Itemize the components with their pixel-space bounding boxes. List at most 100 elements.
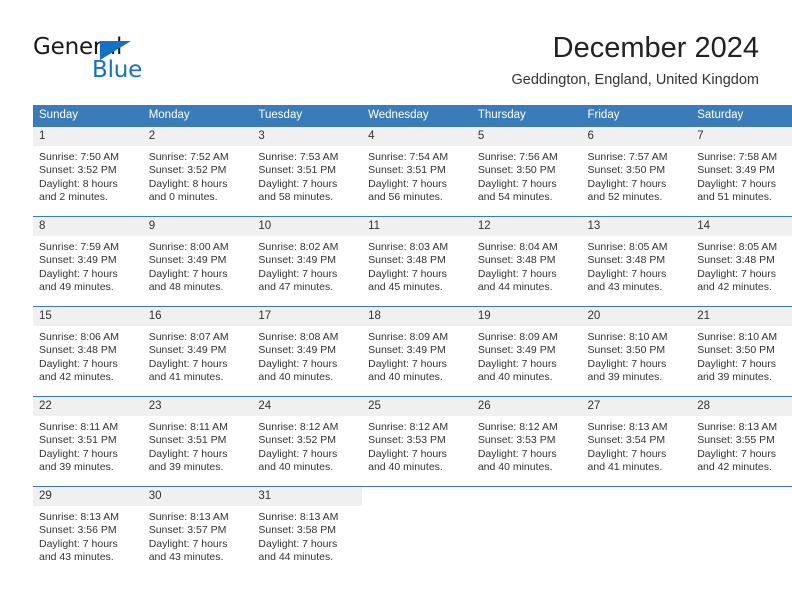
calendar-day-cell[interactable]: 15 Sunrise: 8:06 AM Sunset: 3:48 PM Dayligh…	[33, 306, 143, 397]
calendar-day-cell[interactable]: 13 Sunrise: 8:05 AM Sunset: 3:48 PM Dayligh…	[581, 216, 692, 307]
day-details: Sunrise: 7:56 AM Sunset: 3:50 PM Daylight:…	[472, 146, 582, 205]
sunset-text: Sunset: 3:49 PM	[368, 344, 446, 357]
calendar-day-cell[interactable]: 9 Sunrise: 8:00 AM Sunset: 3:49 PM Daylight…	[142, 216, 253, 307]
calendar-empty-cell	[581, 486, 692, 576]
day-number	[581, 487, 692, 494]
day-details: Sunrise: 7:59 AM Sunset: 3:49 PM Daylight:…	[33, 236, 143, 295]
daylight-text: Daylight: 7 hours	[258, 177, 338, 190]
day-number: 18	[362, 307, 472, 326]
day-number: 10	[252, 217, 363, 236]
daylight-text: Daylight: 7 hours	[477, 447, 557, 460]
day-number: 5	[471, 127, 582, 146]
calendar-day-cell[interactable]: 24 Sunrise: 8:12 AM Sunset: 3:52 PM Dayligh…	[252, 396, 363, 487]
sunset-text: Sunset: 3:54 PM	[587, 434, 666, 447]
day-details: Sunrise: 8:13 AM Sunset: 3:54 PM Daylight:…	[582, 416, 692, 475]
calendar-day-cell[interactable]: 11 Sunrise: 8:03 AM Sunset: 3:48 PM Dayligh…	[362, 216, 472, 307]
daylight-text: Daylight: 7 hours	[39, 267, 118, 280]
day-details: Sunrise: 8:10 AM Sunset: 3:50 PM Daylight:…	[582, 326, 692, 385]
sunrise-text: Sunrise: 7:56 AM	[477, 151, 558, 163]
day-details: Sunrise: 8:13 AM Sunset: 3:58 PM Daylight:…	[252, 506, 362, 565]
sunset-text: Sunset: 3:48 PM	[368, 254, 446, 267]
sunrise-text: Sunrise: 8:07 AM	[148, 331, 229, 343]
calendar-day-cell[interactable]: 1 Sunrise: 7:50 AM Sunset: 3:52 PM Daylight…	[33, 126, 143, 217]
daylight-text: Daylight: 7 hours	[258, 447, 338, 460]
day-number: 23	[142, 397, 253, 416]
calendar-week-row: 29 Sunrise: 8:13 AM Sunset: 3:56 PM Dayligh…	[33, 486, 792, 576]
calendar-day-cell[interactable]: 19 Sunrise: 8:09 AM Sunset: 3:49 PM Dayligh…	[471, 306, 582, 397]
daylight-text: Daylight: 7 hours	[697, 357, 777, 370]
daylight-text: and 39 minutes.	[39, 461, 114, 474]
daylight-text: Daylight: 7 hours	[477, 177, 557, 190]
calendar-day-cell[interactable]: 26 Sunrise: 8:12 AM Sunset: 3:53 PM Dayligh…	[471, 396, 582, 487]
day-details: Sunrise: 8:06 AM Sunset: 3:48 PM Daylight:…	[33, 326, 143, 385]
weekday-header-sunday: Sunday	[33, 105, 143, 127]
calendar-day-cell[interactable]: 5 Sunrise: 7:56 AM Sunset: 3:50 PM Daylight…	[471, 126, 582, 217]
sunrise-text: Sunrise: 8:05 AM	[587, 241, 668, 253]
calendar-day-cell[interactable]: 30 Sunrise: 8:13 AM Sunset: 3:57 PM Dayligh…	[142, 486, 253, 576]
calendar-day-cell[interactable]: 21 Sunrise: 8:10 AM Sunset: 3:50 PM Dayligh…	[691, 306, 792, 397]
sunset-text: Sunset: 3:53 PM	[477, 434, 556, 447]
page-header: General Blue December 2024 Geddington, E…	[33, 30, 759, 98]
day-details: Sunrise: 8:04 AM Sunset: 3:48 PM Daylight:…	[472, 236, 582, 295]
daylight-text: and 43 minutes.	[148, 551, 224, 564]
daylight-text: Daylight: 7 hours	[368, 357, 447, 370]
day-number: 8	[33, 217, 143, 236]
sunrise-text: Sunrise: 8:02 AM	[258, 241, 339, 253]
calendar-day-cell[interactable]: 17 Sunrise: 8:08 AM Sunset: 3:49 PM Dayligh…	[252, 306, 363, 397]
sunset-text: Sunset: 3:50 PM	[477, 164, 556, 177]
sunrise-text: Sunrise: 8:11 AM	[39, 421, 119, 433]
sunrise-text: Sunrise: 8:05 AM	[697, 241, 778, 253]
day-number	[362, 487, 472, 494]
calendar-day-cell[interactable]: 2 Sunrise: 7:52 AM Sunset: 3:52 PM Daylight…	[142, 126, 253, 217]
sunset-text: Sunset: 3:49 PM	[477, 344, 556, 357]
daylight-text: and 2 minutes.	[39, 191, 108, 204]
daylight-text: Daylight: 8 hours	[39, 177, 118, 190]
sunrise-text: Sunrise: 8:13 AM	[258, 511, 339, 523]
calendar-day-cell[interactable]: 31 Sunrise: 8:13 AM Sunset: 3:58 PM Dayligh…	[252, 486, 363, 576]
calendar-day-cell[interactable]: 6 Sunrise: 7:57 AM Sunset: 3:50 PM Daylight…	[581, 126, 692, 217]
calendar-week-row: 8 Sunrise: 7:59 AM Sunset: 3:49 PM Daylight…	[33, 216, 792, 307]
calendar-day-cell[interactable]: 3 Sunrise: 7:53 AM Sunset: 3:51 PM Daylight…	[252, 126, 363, 217]
sunset-text: Sunset: 3:49 PM	[697, 164, 775, 177]
sunrise-text: Sunrise: 8:11 AM	[148, 421, 228, 433]
sunset-text: Sunset: 3:50 PM	[697, 344, 775, 357]
calendar-day-cell[interactable]: 22 Sunrise: 8:11 AM Sunset: 3:51 PM Dayligh…	[33, 396, 143, 487]
daylight-text: and 40 minutes.	[477, 461, 553, 474]
daylight-text: and 40 minutes.	[258, 371, 334, 384]
calendar-empty-cell	[691, 486, 792, 576]
daylight-text: Daylight: 7 hours	[148, 537, 228, 550]
weekday-header-friday: Friday	[581, 105, 692, 127]
calendar-day-cell[interactable]: 7 Sunrise: 7:58 AM Sunset: 3:49 PM Daylight…	[691, 126, 792, 217]
calendar-day-cell[interactable]: 28 Sunrise: 8:13 AM Sunset: 3:55 PM Dayligh…	[691, 396, 792, 487]
calendar-day-cell[interactable]: 20 Sunrise: 8:10 AM Sunset: 3:50 PM Dayligh…	[581, 306, 692, 397]
weekday-header-thursday: Thursday	[471, 105, 582, 127]
calendar-day-cell[interactable]: 25 Sunrise: 8:12 AM Sunset: 3:53 PM Dayligh…	[362, 396, 472, 487]
general-blue-logo[interactable]: General Blue	[33, 34, 223, 90]
day-details: Sunrise: 8:05 AM Sunset: 3:48 PM Daylight:…	[691, 236, 792, 295]
calendar-day-cell[interactable]: 16 Sunrise: 8:07 AM Sunset: 3:49 PM Dayligh…	[142, 306, 253, 397]
daylight-text: Daylight: 7 hours	[368, 447, 447, 460]
calendar-day-cell[interactable]: 12 Sunrise: 8:04 AM Sunset: 3:48 PM Dayligh…	[471, 216, 582, 307]
calendar-day-cell[interactable]: 14 Sunrise: 8:05 AM Sunset: 3:48 PM Dayligh…	[691, 216, 792, 307]
calendar-day-cell[interactable]: 8 Sunrise: 7:59 AM Sunset: 3:49 PM Daylight…	[33, 216, 143, 307]
sunrise-text: Sunrise: 8:10 AM	[697, 331, 778, 343]
sunrise-text: Sunrise: 8:08 AM	[258, 331, 339, 343]
daylight-text: Daylight: 7 hours	[697, 447, 777, 460]
day-number: 26	[471, 397, 582, 416]
daylight-text: and 40 minutes.	[477, 371, 553, 384]
day-details: Sunrise: 7:54 AM Sunset: 3:51 PM Daylight:…	[362, 146, 472, 205]
calendar-day-cell[interactable]: 10 Sunrise: 8:02 AM Sunset: 3:49 PM Dayligh…	[252, 216, 363, 307]
day-number: 3	[252, 127, 363, 146]
day-details: Sunrise: 8:00 AM Sunset: 3:49 PM Daylight:…	[143, 236, 253, 295]
sunset-text: Sunset: 3:58 PM	[258, 524, 337, 537]
sunrise-text: Sunrise: 8:12 AM	[258, 421, 339, 433]
calendar-day-cell[interactable]: 29 Sunrise: 8:13 AM Sunset: 3:56 PM Dayligh…	[33, 486, 143, 576]
day-number: 9	[142, 217, 253, 236]
calendar-day-cell[interactable]: 27 Sunrise: 8:13 AM Sunset: 3:54 PM Dayligh…	[581, 396, 692, 487]
daylight-text: Daylight: 7 hours	[697, 177, 777, 190]
calendar-day-cell[interactable]: 23 Sunrise: 8:11 AM Sunset: 3:51 PM Dayligh…	[142, 396, 253, 487]
sunrise-text: Sunrise: 8:13 AM	[697, 421, 778, 433]
calendar-day-cell[interactable]: 4 Sunrise: 7:54 AM Sunset: 3:51 PM Daylight…	[362, 126, 472, 217]
daylight-text: Daylight: 7 hours	[368, 267, 447, 280]
calendar-day-cell[interactable]: 18 Sunrise: 8:09 AM Sunset: 3:49 PM Dayligh…	[362, 306, 472, 397]
